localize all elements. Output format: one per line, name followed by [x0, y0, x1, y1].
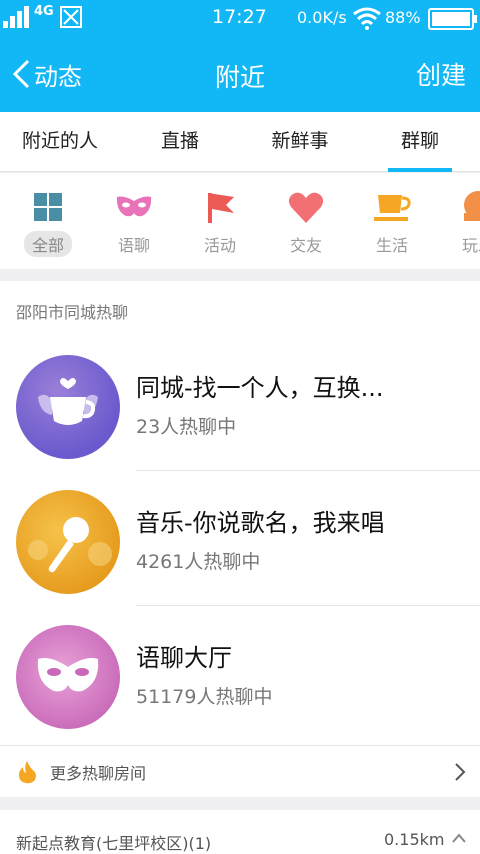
grid-icon: [34, 193, 62, 221]
chevron-left-icon: [12, 59, 30, 89]
chat-room-item[interactable]: 音乐-你说歌名，我来唱 4261人热聊中: [0, 471, 480, 606]
room-avatar: [16, 490, 120, 594]
battery-icon: [428, 8, 477, 30]
section-title: 邵阳市同城热聊: [16, 303, 129, 322]
chevron-up-icon: [452, 833, 466, 843]
network-speed: 0.0K/s: [297, 8, 347, 27]
more-rooms-link[interactable]: 更多热聊房间: [0, 745, 480, 797]
clock: 17:27: [212, 6, 267, 28]
cup-icon: [374, 195, 411, 221]
tab-live[interactable]: 直播: [150, 112, 210, 172]
wifi-icon: [353, 7, 381, 30]
mask-icon: [116, 196, 152, 217]
group-name: 新起点教育(七里坪校区)(1): [16, 834, 212, 853]
more-rooms-label: 更多热聊房间: [50, 764, 147, 783]
room-avatar: [16, 355, 120, 459]
flag-icon: [208, 193, 234, 223]
category-label: 全部: [23, 231, 72, 257]
room-count: 51179人热聊中: [136, 686, 273, 708]
top-bar: 4G 17:27 0.0K/s 88% 动态 附近 创建: [0, 0, 480, 112]
category-all[interactable]: 全部: [13, 187, 83, 261]
play-icon: [464, 191, 480, 221]
category-label: 生活: [375, 236, 408, 255]
category-bar: 全部 语聊 活动 交友 生活 玩乐: [0, 173, 480, 269]
room-avatar: [16, 625, 120, 729]
battery-percent: 88%: [385, 8, 421, 27]
category-fun[interactable]: 玩乐: [443, 187, 480, 261]
group-list-item[interactable]: 新起点教育(七里坪校区)(1) 0.15km: [0, 810, 480, 854]
back-button[interactable]: 动态: [10, 56, 82, 92]
room-count: 4261人热聊中: [136, 551, 261, 573]
mask-icon: [37, 658, 99, 692]
tab-group-chat[interactable]: 群聊: [388, 112, 452, 172]
usb-debug-icon: [60, 6, 82, 28]
room-name: 音乐-你说歌名，我来唱: [136, 509, 385, 537]
category-label: 交友: [289, 236, 322, 255]
category-friends[interactable]: 交友: [271, 187, 341, 261]
chevron-right-icon: [455, 763, 466, 781]
room-name: 语聊大厅: [136, 644, 232, 672]
microphone-icon: [28, 517, 112, 573]
category-label: 活动: [203, 236, 236, 255]
tab-nearby-people[interactable]: 附近的人: [12, 112, 108, 172]
category-activity[interactable]: 活动: [185, 187, 255, 261]
chat-room-item[interactable]: 语聊大厅 51179人热聊中: [0, 606, 480, 741]
group-distance: 0.15km: [384, 830, 445, 849]
coffee-cup-icon: [38, 378, 98, 425]
network-type: 4G: [34, 4, 54, 19]
category-life[interactable]: 生活: [357, 187, 427, 261]
hot-chat-section: 邵阳市同城热聊 同城-找一个人，互换... 23人热聊中 音乐-你说歌名，我来唱: [0, 281, 480, 797]
fire-icon: [19, 761, 36, 784]
signal-icon: [3, 6, 29, 28]
tab-news[interactable]: 新鲜事: [260, 112, 340, 172]
create-button[interactable]: 创建: [416, 56, 466, 92]
tab-bar: 附近的人 直播 新鲜事 群聊: [0, 112, 480, 172]
room-name: 同城-找一个人，互换...: [136, 374, 384, 402]
status-bar: 4G 17:27 0.0K/s 88%: [0, 0, 480, 36]
category-label: 语聊: [117, 236, 150, 255]
back-label: 动态: [34, 62, 82, 91]
room-count: 23人热聊中: [136, 416, 237, 438]
heart-icon: [288, 192, 324, 223]
category-voice-chat[interactable]: 语聊: [99, 187, 169, 261]
nav-bar: 动态 附近 创建: [0, 46, 480, 102]
category-label: 玩乐: [461, 236, 480, 255]
chat-room-item[interactable]: 同城-找一个人，互换... 23人热聊中: [0, 336, 480, 471]
